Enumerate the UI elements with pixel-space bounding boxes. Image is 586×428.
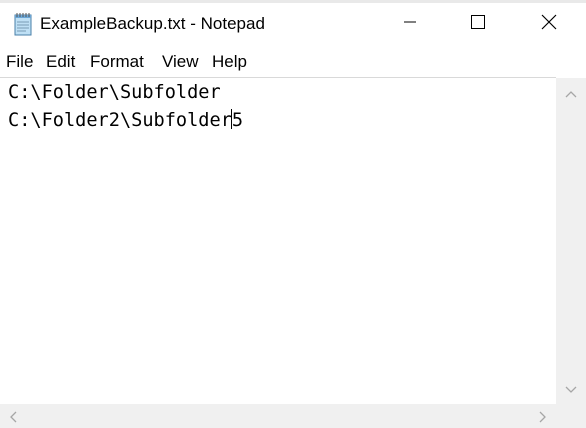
scrollbar-corner [556, 404, 586, 428]
chevron-left-icon[interactable] [8, 410, 18, 428]
text-line-1: C:\Folder\Subfolder [8, 82, 221, 104]
menu-format[interactable]: Format [90, 52, 144, 72]
menu-view[interactable]: View [162, 52, 199, 72]
close-button[interactable] [514, 3, 584, 46]
text-line-2-after-caret: 5 [231, 110, 244, 131]
minimize-icon [403, 15, 417, 34]
menu-file[interactable]: File [6, 52, 33, 72]
notepad-window: ExampleBackup.txt - Notepad File Edit Fo… [0, 0, 586, 428]
horizontal-scrollbar[interactable] [0, 404, 556, 428]
menu-help[interactable]: Help [212, 52, 247, 72]
chevron-down-icon[interactable] [564, 382, 578, 400]
maximize-icon [470, 14, 486, 35]
text-line-1-content: C:\Folder\Subfolder [8, 82, 221, 103]
minimize-button[interactable] [375, 3, 445, 46]
close-icon [541, 14, 557, 35]
chevron-right-icon[interactable] [538, 410, 548, 428]
window-title: ExampleBackup.txt - Notepad [40, 14, 265, 33]
vertical-scrollbar[interactable] [556, 78, 586, 404]
menu-bar: File Edit Format View Help [0, 46, 586, 76]
text-line-2-before-caret: C:\Folder2\Subfolder [8, 110, 232, 131]
text-editor-area[interactable]: C:\Folder\Subfolder C:\Folder2\Subfolder… [0, 77, 556, 405]
maximize-button[interactable] [443, 3, 513, 46]
text-line-2: C:\Folder2\Subfolder5 [8, 109, 243, 132]
notepad-icon [12, 12, 34, 36]
chevron-up-icon[interactable] [564, 86, 578, 104]
menu-edit[interactable]: Edit [46, 52, 75, 72]
title-bar[interactable]: ExampleBackup.txt - Notepad [0, 3, 586, 46]
